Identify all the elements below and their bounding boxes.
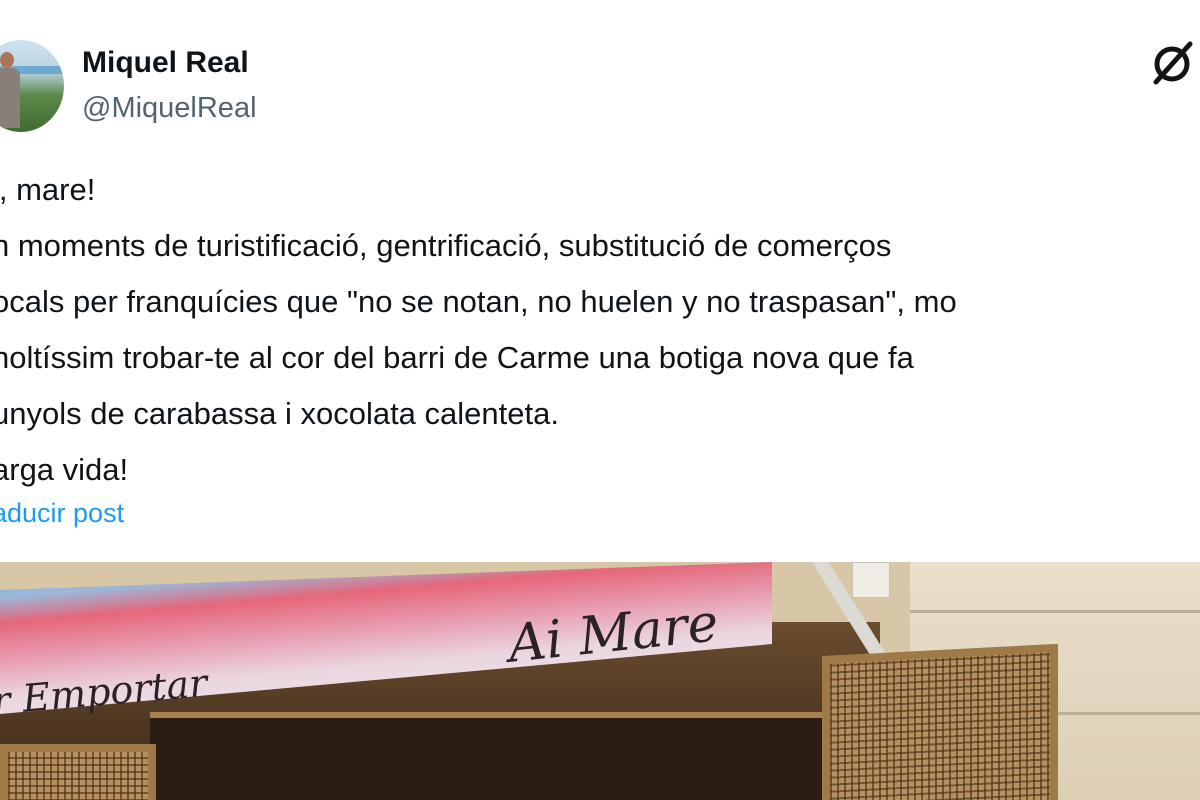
wall-box <box>852 562 890 598</box>
tweet-line: ocals per franquícies que "no se notan, … <box>0 284 957 319</box>
author-handle[interactable]: @MiquelReal <box>82 92 257 125</box>
tweet-line: i, mare! <box>0 172 96 207</box>
tweet-line: noltíssim trobar-te al cor del barri de … <box>0 340 914 375</box>
tweet-line: n moments de turistificació, gentrificac… <box>0 228 892 263</box>
tweet-text: i, mare! n moments de turistificació, ge… <box>0 170 1200 506</box>
tweet-line: arga vida! <box>0 452 129 487</box>
author-name[interactable]: Miquel Real <box>82 46 249 80</box>
window-grill-left <box>0 744 156 800</box>
author-avatar[interactable] <box>0 40 64 132</box>
tweet-photo[interactable]: Ai Mare r Emportar <box>0 562 1200 800</box>
window-grill-right <box>822 643 1058 800</box>
wall-seam <box>910 610 1200 613</box>
translate-post-link[interactable]: aducir post <box>0 498 124 529</box>
tweet-line: unyols de carabassa i xocolata calenteta… <box>0 396 559 431</box>
shop-door <box>150 712 850 800</box>
x-logo-icon[interactable] <box>1148 38 1198 88</box>
